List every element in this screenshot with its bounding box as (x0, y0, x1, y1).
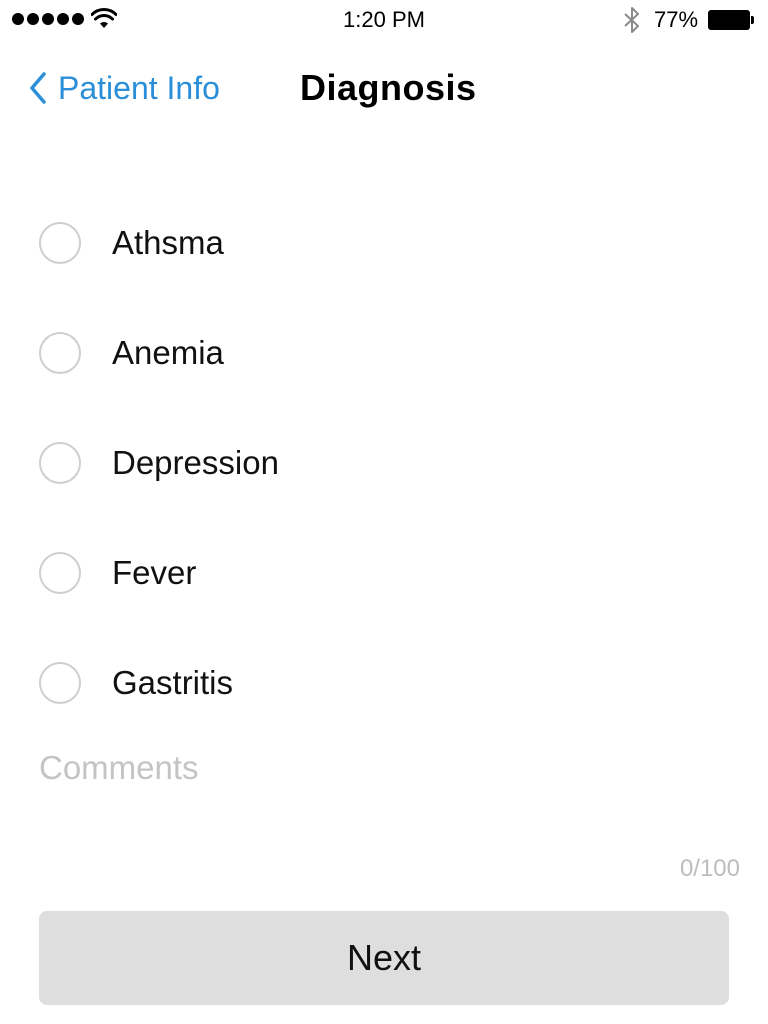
radio-button[interactable] (39, 222, 81, 264)
next-button[interactable]: Next (39, 911, 729, 1005)
status-time: 1:20 PM (343, 7, 425, 32)
radio-button[interactable] (39, 442, 81, 484)
diagnosis-screen: 1:20 PM 77% Patient Info Diagnosis Athsm… (0, 0, 768, 1024)
option-label: Depression (112, 444, 279, 481)
option-label: Anemia (112, 334, 224, 371)
battery-icon (708, 10, 754, 30)
option-label: Gastritis (112, 664, 234, 701)
option-gastritis[interactable]: Gastritis (0, 628, 768, 738)
option-label: Fever (112, 554, 197, 591)
bluetooth-icon (624, 7, 639, 33)
option-label: Athsma (112, 224, 224, 261)
chevron-left-icon (30, 72, 46, 104)
option-fever[interactable]: Fever (0, 518, 768, 628)
radio-button[interactable] (39, 332, 81, 374)
character-counter: 0/100 (679, 855, 740, 882)
nav-bar: Patient Info Diagnosis (0, 56, 768, 124)
back-label: Patient Info (58, 70, 220, 106)
status-bar: 1:20 PM 77% (0, 0, 768, 40)
radio-button[interactable] (39, 552, 81, 594)
radio-button[interactable] (39, 662, 81, 704)
diagnosis-options: Athsma Anemia Depression Fever Gastritis (0, 188, 768, 738)
option-anemia[interactable]: Anemia (0, 298, 768, 408)
back-button[interactable]: Patient Info (28, 66, 220, 110)
option-athsma[interactable]: Athsma (0, 188, 768, 298)
page-title: Diagnosis (300, 67, 477, 108)
option-depression[interactable]: Depression (0, 408, 768, 518)
battery-percent: 77% (654, 7, 699, 32)
comments-input[interactable] (39, 744, 739, 854)
